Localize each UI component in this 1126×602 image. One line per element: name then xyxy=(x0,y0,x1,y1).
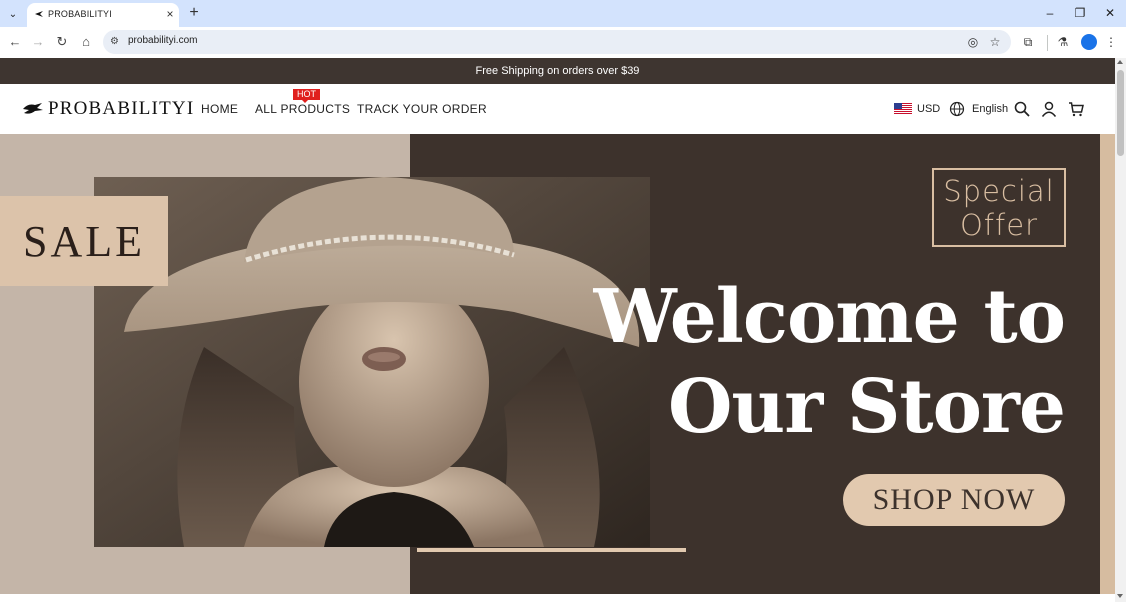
special-offer-box: Special Offer xyxy=(932,168,1066,247)
tab-title: PROBABILITYI xyxy=(48,9,112,19)
reload-icon[interactable]: ↻ xyxy=(54,34,70,50)
globe-icon[interactable] xyxy=(949,101,965,117)
bookmark-star-icon[interactable]: ☆ xyxy=(987,34,1003,50)
tab-close-icon[interactable]: × xyxy=(164,7,176,21)
nav-home[interactable]: HOME xyxy=(201,102,238,116)
hero-model-photo xyxy=(94,177,650,547)
page-viewport: Free Shipping on orders over $39 PROBABI… xyxy=(0,58,1115,602)
extensions-icon[interactable]: ⧉ xyxy=(1020,34,1036,50)
search-icon[interactable] xyxy=(1014,101,1030,117)
home-icon[interactable]: ⌂ xyxy=(78,34,94,50)
profile-avatar[interactable] xyxy=(1081,34,1097,50)
forward-icon[interactable]: → xyxy=(30,34,46,50)
logo-text: PROBABILITYI xyxy=(48,98,195,119)
scroll-up-arrow-icon[interactable] xyxy=(1117,60,1123,64)
site-info-icon[interactable]: ⚙ xyxy=(110,35,122,49)
minimize-icon[interactable]: – xyxy=(1042,5,1058,21)
welcome-headline: Welcome to Our Store xyxy=(593,272,1066,452)
browser-toolbar: ← → ↻ ⌂ ⚙ probabilityi.com ◎ ☆ ⧉ ⚗ ⋮ xyxy=(0,27,1126,58)
shop-now-button[interactable]: SHOP NOW xyxy=(843,474,1065,526)
browser-tab[interactable]: PROBABILITYI × xyxy=(27,3,179,27)
address-bar[interactable]: ⚙ probabilityi.com ◎ ☆ xyxy=(103,30,1011,54)
page-scrollbar[interactable] xyxy=(1115,58,1126,602)
site-logo[interactable]: PROBABILITYI xyxy=(22,98,194,120)
sale-tag: SALE xyxy=(0,196,168,286)
toolbar-separator xyxy=(1047,35,1048,51)
site-header: PROBABILITYI HOME ALL PRODUCTS HOT TRACK… xyxy=(0,84,1115,134)
menu-dots-icon[interactable]: ⋮ xyxy=(1103,34,1119,50)
restore-icon[interactable]: ❐ xyxy=(1072,5,1088,21)
sale-text: SALE xyxy=(23,216,145,266)
us-flag-icon[interactable] xyxy=(894,103,912,115)
welcome-line-1: Welcome to xyxy=(593,274,1066,360)
welcome-line-2: Our Store xyxy=(667,364,1066,450)
special-line-1: Special xyxy=(943,173,1055,208)
decorative-bar xyxy=(417,548,686,552)
site-favicon-icon xyxy=(35,11,43,17)
url-text[interactable]: probabilityi.com xyxy=(128,35,197,46)
nav-all-products[interactable]: ALL PRODUCTS xyxy=(255,102,350,116)
hero-edge-strip xyxy=(1100,134,1115,594)
nav-track-order[interactable]: TRACK YOUR ORDER xyxy=(357,102,487,116)
cart-icon[interactable] xyxy=(1068,101,1084,117)
shop-now-label: SHOP NOW xyxy=(872,483,1036,516)
announcement-bar: Free Shipping on orders over $39 xyxy=(0,58,1115,84)
close-window-icon[interactable]: ✕ xyxy=(1102,5,1118,21)
scroll-down-arrow-icon[interactable] xyxy=(1117,594,1123,598)
logo-mark-icon xyxy=(23,103,43,114)
hot-badge: HOT xyxy=(293,89,320,103)
currency-selector[interactable]: USD xyxy=(917,103,940,115)
hero-banner[interactable]: SALE Special Offer Welcome to Our Store … xyxy=(0,134,1115,594)
account-icon[interactable] xyxy=(1041,101,1057,117)
language-selector[interactable]: English xyxy=(972,103,1008,115)
new-tab-icon[interactable]: + xyxy=(186,5,202,21)
eye-off-icon[interactable]: ◎ xyxy=(965,34,981,50)
announcement-text: Free Shipping on orders over $39 xyxy=(475,65,640,77)
labs-icon[interactable]: ⚗ xyxy=(1055,34,1071,50)
back-icon[interactable]: ← xyxy=(7,34,23,50)
tab-search-chevron-icon[interactable]: ⌄ xyxy=(4,5,22,23)
scroll-thumb[interactable] xyxy=(1117,70,1124,156)
special-line-2: Offer xyxy=(959,207,1038,242)
browser-tab-strip: ⌄ PROBABILITYI × + – ❐ ✕ xyxy=(0,0,1126,27)
